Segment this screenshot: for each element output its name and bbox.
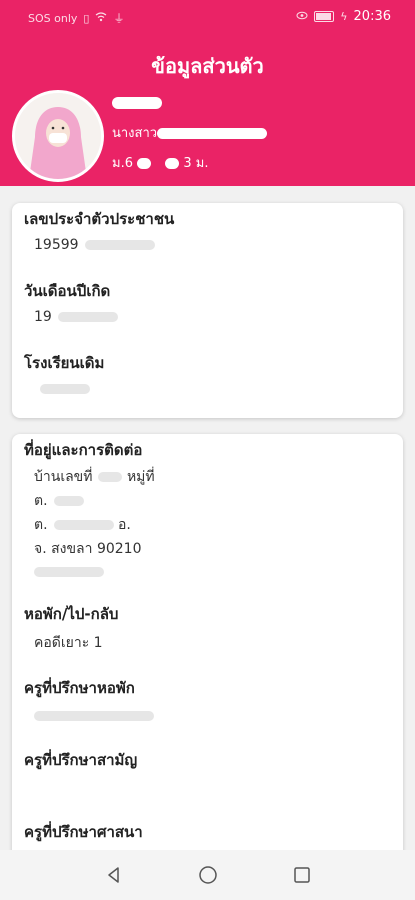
id-blur [84, 240, 155, 250]
dorm-advisor-label: ครูที่ปรึกษาหอพัก [24, 679, 135, 697]
system-nav-bar [0, 850, 415, 900]
dorm-advisor-blur [34, 711, 154, 721]
line3-blur [53, 520, 114, 530]
address-line-1: บ้านเลขที่ หมู่ที่ [34, 466, 155, 488]
address-label: ที่อยู่และการติดต่อ [24, 441, 143, 459]
profile-name-redacted [112, 97, 162, 109]
academic-advisor-label: ครูที่ปรึกษาสามัญ [24, 751, 138, 769]
line5-blur [34, 567, 104, 577]
address-moo: หมู่ที่ [126, 469, 155, 485]
header-bar: SOS only ▯ ⏚ ϟ 20:36 ข้อมูลส่วนตัว นางสา… [0, 0, 415, 186]
profile-fullname: นางสาว [112, 122, 268, 143]
address-line-2: ต. [34, 490, 84, 512]
home-icon[interactable] [196, 863, 220, 887]
dorm-value: คอดีเยาะ 1 [34, 635, 103, 651]
house-blur [98, 472, 123, 482]
address-line-3: ต. อ. [34, 514, 131, 536]
address-line-4: จ. สงขลา 90210 [34, 541, 142, 557]
name-redaction [157, 128, 268, 139]
address-tambon: ต. [34, 517, 48, 533]
profile-class: ม.6 3 ม. [112, 152, 209, 173]
eye-icon [296, 10, 308, 23]
usb-icon: ⏚ [113, 12, 125, 25]
class-redaction-2 [165, 158, 180, 169]
line2-blur [53, 496, 84, 506]
class-redaction-1 [137, 158, 152, 169]
id-value-text: 19599 [34, 237, 79, 253]
status-time: 20:36 [353, 9, 391, 24]
avatar[interactable] [12, 90, 104, 182]
name-prefix: นางสาว [112, 126, 158, 141]
sim-icon: ▯ [83, 11, 90, 25]
address-house: บ้านเลขที่ [34, 469, 93, 485]
wifi-icon [95, 11, 107, 25]
back-icon[interactable] [102, 863, 126, 887]
page-title: ข้อมูลส่วนตัว [151, 54, 264, 78]
battery-icon [314, 11, 335, 22]
birth-value-text: 19 [34, 309, 52, 325]
birth-label: วันเดือนปีเกิด [24, 282, 111, 300]
personal-info-card: เลขประจำตัวประชาชน 19599 วันเดือนปีเกิด … [12, 203, 403, 418]
dorm-advisor-value [34, 708, 154, 724]
status-bar: SOS only ▯ ⏚ ϟ 20:36 [0, 0, 415, 34]
id-value: 19599 [34, 237, 155, 253]
birth-blur [57, 312, 118, 322]
school-label: โรงเรียนเดิม [24, 354, 105, 372]
carrier-text: SOS only [28, 11, 78, 25]
address-amphoe: อ. [118, 517, 131, 533]
charging-icon: ϟ [340, 10, 348, 23]
class-prefix: ม.6 [112, 156, 133, 171]
class-suffix: 3 ม. [183, 156, 209, 171]
address-line-5 [34, 564, 104, 580]
birth-value: 19 [34, 309, 118, 325]
school-blur [40, 384, 90, 394]
recents-icon[interactable] [290, 863, 314, 887]
dorm-label: หอพัก/ไป-กลับ [24, 605, 119, 623]
school-value [34, 381, 90, 397]
id-label: เลขประจำตัวประชาชน [24, 210, 175, 228]
contact-info-card: ที่อยู่และการติดต่อ บ้านเลขที่ หมู่ที่ ต… [12, 434, 403, 866]
religion-advisor-label: ครูที่ปรึกษาศาสนา [24, 823, 143, 841]
address-line2-text: ต. [34, 493, 48, 509]
